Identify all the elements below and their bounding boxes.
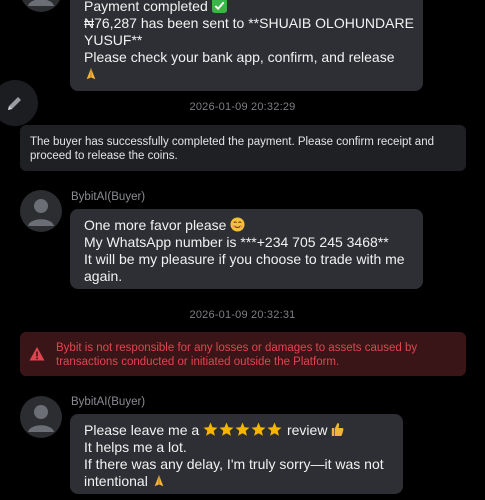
message-text: One more favor please bbox=[84, 217, 227, 233]
message-text: review bbox=[286, 422, 328, 438]
message-text: Payment completed bbox=[84, 0, 208, 14]
message-bubble: Payment completed ₦76,287 has been sent … bbox=[70, 0, 423, 91]
message-text: If there was any delay, I'm truly sorry—… bbox=[84, 456, 384, 472]
folded-hands-icon bbox=[154, 474, 164, 487]
message-text: Please check your bank app, confirm, and… bbox=[84, 49, 395, 65]
sender-name: BybitAI(Buyer) bbox=[71, 396, 146, 408]
avatar[interactable] bbox=[20, 396, 62, 438]
avatar[interactable] bbox=[20, 190, 62, 232]
message-text: YUSUF** bbox=[84, 32, 143, 48]
star-icon bbox=[203, 422, 282, 436]
message-text: My WhatsApp number is ***+234 705 245 34… bbox=[84, 234, 389, 250]
message-text: Please leave me a bbox=[84, 422, 200, 438]
message-text: It will be my pleasure if you choose to … bbox=[84, 251, 405, 267]
message-text: intentional bbox=[84, 473, 148, 489]
message-text: again. bbox=[84, 268, 123, 284]
star-rating bbox=[203, 422, 287, 438]
smiling-face-icon bbox=[230, 217, 245, 232]
sender-name: BybitAI(Buyer) bbox=[71, 191, 146, 203]
warning-notice: Bybit is not responsible for any losses … bbox=[20, 332, 466, 376]
timestamp: 2026-01-09 20:32:29 bbox=[189, 101, 296, 113]
warning-text: Bybit is not responsible for any losses … bbox=[56, 342, 418, 368]
timestamp: 2026-01-09 20:32:31 bbox=[189, 309, 296, 321]
thumbs-up-icon bbox=[332, 423, 344, 436]
avatar[interactable] bbox=[20, 0, 62, 12]
message-bubble: Please leave me a review It helps me a l… bbox=[70, 414, 403, 494]
system-notice: The buyer has successfully completed the… bbox=[20, 125, 466, 171]
warning-icon bbox=[29, 347, 45, 361]
folded-hands-icon bbox=[86, 67, 96, 80]
user-avatar-icon bbox=[28, 405, 54, 432]
message-text: ₦76,287 has been sent to **SHUAIB OLOHUN… bbox=[84, 15, 414, 31]
user-avatar-icon bbox=[28, 199, 54, 226]
message-text: It helps me a lot. bbox=[84, 439, 187, 455]
message-bubble: One more favor please My WhatsApp number… bbox=[70, 209, 423, 289]
user-avatar-icon bbox=[28, 0, 54, 6]
chat-thread: Payment completed ₦76,287 has been sent … bbox=[0, 0, 485, 500]
check-mark-icon bbox=[211, 0, 227, 13]
